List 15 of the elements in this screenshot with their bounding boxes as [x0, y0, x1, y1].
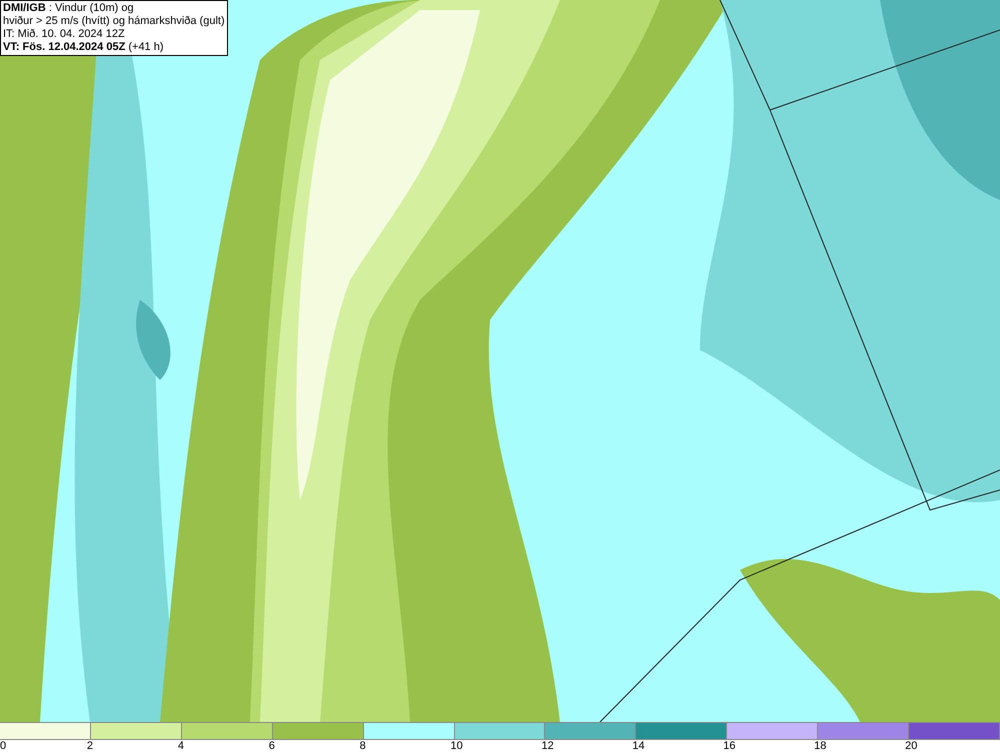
colorbar-tick-label: 16 [723, 740, 736, 753]
colorbar-tick-label: 8 [360, 740, 366, 753]
colorbar-tick-label: 2 [86, 740, 94, 753]
colorbar-tick-label: 18 [814, 740, 826, 753]
legend-text: IT: Mið. 10. 04. 2024 12Z [3, 28, 126, 41]
colorbar-tick-label: 14 [632, 740, 645, 753]
colorbar-tick-label: 0 [0, 740, 6, 753]
colorbar-tick-label: 6 [268, 740, 275, 753]
colorbar-tick-label: 10 [450, 740, 463, 753]
legend-text: hviður > 25 m/s (hvítt) og hámarkshviða (gult) [3, 15, 225, 28]
map-title: DMI/IGB : Vindur (10m) og [3, 2, 135, 15]
colorbar-tick-label: 4 [178, 740, 184, 753]
colorbar-tick-label: 20 [905, 740, 918, 753]
legend-text: VT: Fös. 12.04.2024 05Z (+41 h) [3, 41, 165, 54]
colorbar-tick-label: 12 [541, 740, 554, 753]
